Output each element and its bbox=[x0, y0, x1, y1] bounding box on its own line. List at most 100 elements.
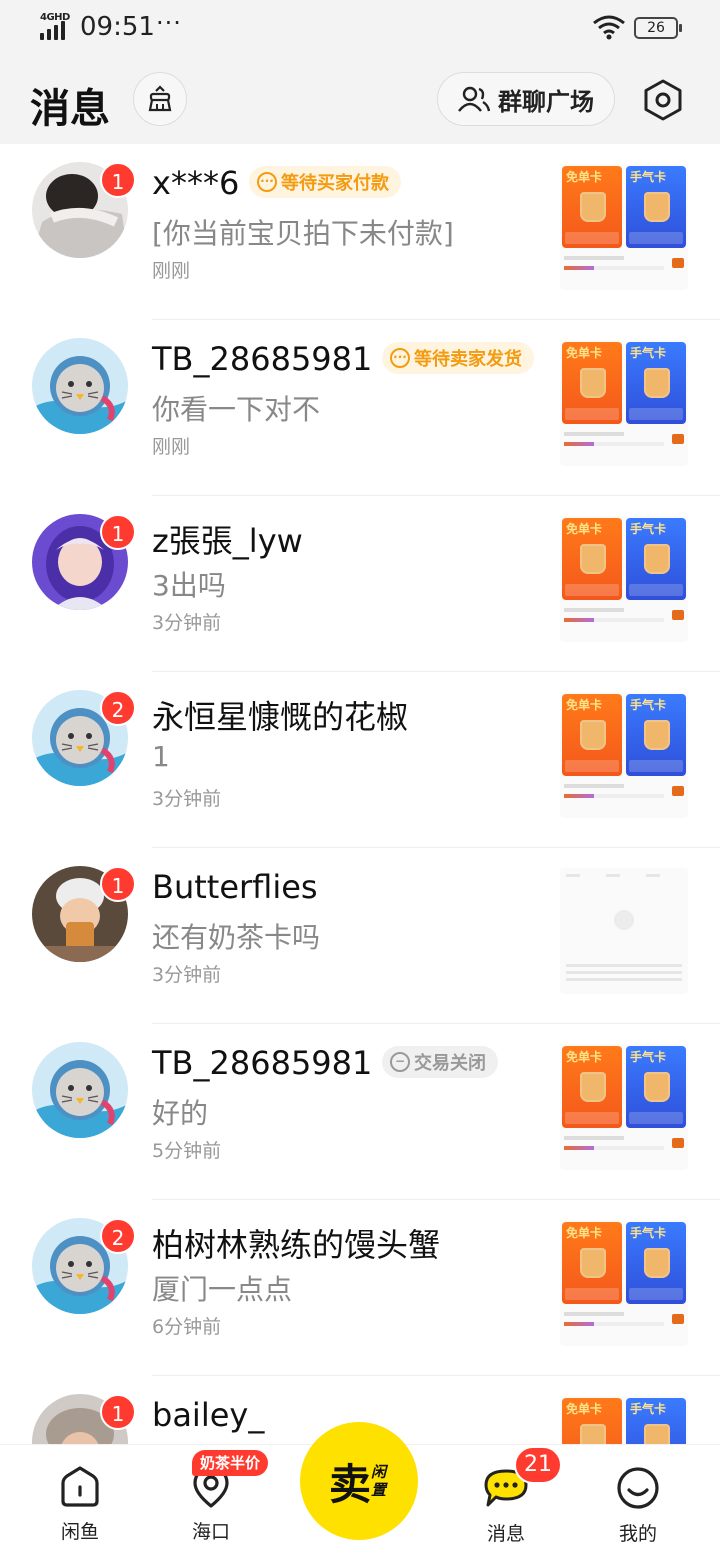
free-card-image: 免单卡 bbox=[562, 518, 622, 600]
card-right-title: 手气卡 bbox=[630, 698, 667, 712]
free-card-image: 免单卡 bbox=[562, 342, 622, 424]
last-message-preview: 厦门一点点 bbox=[152, 1273, 293, 1306]
luck-card-image: 手气卡 bbox=[626, 694, 686, 776]
signal-icon: 4GHD bbox=[40, 12, 72, 40]
contact-name: Butterflies bbox=[152, 868, 318, 906]
order-status-tag: − 交易关闭 bbox=[382, 1046, 498, 1078]
broom-icon bbox=[148, 85, 172, 112]
contact-name: 永恒星慷慨的花椒 bbox=[152, 698, 409, 736]
conversation-row[interactable]: 1 Butterflies 还有奶茶卡吗 3分钟前 bbox=[0, 848, 720, 1024]
card-right-title: 手气卡 bbox=[630, 522, 667, 536]
unread-badge: 1 bbox=[100, 514, 136, 550]
last-message-preview: 你看一下对不 bbox=[152, 393, 321, 426]
last-message-preview: 还有奶茶卡吗 bbox=[152, 921, 321, 954]
card-right-title: 手气卡 bbox=[630, 1226, 667, 1240]
luck-card-image: 手气卡 bbox=[626, 342, 686, 424]
minus-circle-icon: − bbox=[390, 1052, 410, 1072]
card-right-title: 手气卡 bbox=[630, 346, 667, 360]
conversation-row[interactable]: 2 柏树林熟练的馒头蟹厦门一点点 6分钟前 免单卡 手气卡 bbox=[0, 1200, 720, 1376]
page-header: 消息 群聊广场 bbox=[0, 56, 720, 144]
group-square-label: 群聊广场 bbox=[498, 87, 594, 116]
nav-messages-label: 消息 bbox=[486, 1523, 525, 1544]
product-thumbnail[interactable] bbox=[560, 868, 688, 994]
page-title: 消息 bbox=[30, 86, 110, 132]
luck-card-image: 手气卡 bbox=[626, 518, 686, 600]
free-card-image: 免单卡 bbox=[562, 694, 622, 776]
card-left-title: 免单卡 bbox=[566, 1226, 603, 1240]
message-time: 3分钟前 bbox=[152, 612, 222, 634]
sell-sub-label: 闲置 bbox=[371, 1463, 387, 1499]
sell-label: 卖 bbox=[328, 1459, 371, 1509]
conversation-row[interactable]: 1 z張張_lyw 3出吗 3分钟前 免单卡 手气卡 bbox=[0, 496, 720, 672]
card-left-title: 免单卡 bbox=[566, 1402, 603, 1416]
nav-profile[interactable]: 我的 bbox=[588, 1465, 688, 1544]
free-card-image: 免单卡 bbox=[562, 166, 622, 248]
hexagon-settings-icon bbox=[644, 79, 682, 121]
card-right-title: 手气卡 bbox=[630, 170, 667, 184]
status-time: 09:51 bbox=[80, 12, 155, 42]
last-message-preview: [你当前宝贝拍下未付款] bbox=[152, 217, 454, 250]
order-status-tag: ··· 等待卖家发货 bbox=[382, 342, 534, 374]
unread-badge: 2 bbox=[100, 1218, 136, 1254]
luck-card-image: 手气卡 bbox=[626, 1222, 686, 1304]
nav-home[interactable]: 闲鱼 bbox=[30, 1465, 130, 1544]
nav-location[interactable]: 海口 bbox=[161, 1465, 261, 1544]
luck-card-image: 手气卡 bbox=[626, 1398, 686, 1444]
unread-badge: 1 bbox=[100, 866, 136, 902]
luck-card-image: 手气卡 bbox=[626, 1046, 686, 1128]
card-right-title: 手气卡 bbox=[630, 1402, 667, 1416]
free-card-image: 免单卡 bbox=[562, 1222, 622, 1304]
status-bar: 4GHD 09:51 ··· 26 bbox=[0, 0, 720, 56]
contact-name: TB_28685981 bbox=[152, 340, 373, 378]
conversation-row[interactable]: 2 永恒星慷慨的花椒 1 3分钟前 免单卡 手气卡 bbox=[0, 672, 720, 848]
network-type: 4GHD bbox=[40, 12, 70, 23]
battery-icon: 26 bbox=[634, 17, 682, 39]
message-count-badge: 21 bbox=[514, 1446, 562, 1484]
conversation-row[interactable]: 1 x***6 ··· 等待买家付款 [你当前宝贝拍下未付款] 刚刚 免单卡 手气卡 bbox=[0, 144, 720, 320]
nav-home-label: 闲鱼 bbox=[60, 1521, 99, 1543]
smile-icon bbox=[617, 1467, 659, 1509]
card-left-title: 免单卡 bbox=[566, 170, 603, 184]
promo-bubble[interactable]: 奶茶半价 bbox=[192, 1450, 269, 1476]
free-card-image: 免单卡 bbox=[562, 1398, 622, 1444]
card-left-title: 免单卡 bbox=[566, 522, 603, 536]
battery-level: 26 bbox=[647, 20, 665, 36]
conversation-row[interactable]: TB_28685981 ··· 等待卖家发货你看一下对不刚刚 免单卡 手气卡 bbox=[0, 320, 720, 496]
product-thumbnail[interactable]: 免单卡 手气卡 bbox=[560, 516, 688, 642]
ellipsis-circle-icon: ··· bbox=[390, 348, 410, 368]
product-thumbnail[interactable]: 免单卡 手气卡 bbox=[560, 1044, 688, 1170]
contact-name: 柏树林熟练的馒头蟹 bbox=[152, 1226, 441, 1264]
order-status-label: 交易关闭 bbox=[414, 1053, 486, 1074]
avatar[interactable] bbox=[32, 1042, 128, 1138]
contact-name: x***6 bbox=[152, 164, 240, 202]
unread-badge: 1 bbox=[100, 162, 136, 198]
message-time: 5分钟前 bbox=[152, 1140, 222, 1162]
card-left-title: 免单卡 bbox=[566, 346, 603, 360]
product-thumbnail[interactable]: 免单卡 手气卡 bbox=[560, 692, 688, 818]
group-square-button[interactable]: 群聊广场 bbox=[437, 72, 615, 126]
luck-card-image: 手气卡 bbox=[626, 166, 686, 248]
avatar[interactable] bbox=[32, 338, 128, 434]
conversation-row[interactable]: TB_28685981− 交易关闭 好的 5分钟前 免单卡 手气卡 bbox=[0, 1024, 720, 1200]
clean-unread-button[interactable] bbox=[133, 72, 187, 126]
conversation-list[interactable]: 1 x***6 ··· 等待买家付款 [你当前宝贝拍下未付款] 刚刚 免单卡 手气卡 TB_28… bbox=[0, 144, 720, 1444]
product-thumbnail[interactable]: 免单卡 手气卡 bbox=[560, 164, 688, 290]
message-time: 刚刚 bbox=[152, 436, 191, 458]
wifi-icon bbox=[593, 15, 625, 40]
product-thumbnail[interactable]: 免单卡 手气卡 bbox=[560, 1220, 688, 1346]
sell-button[interactable]: 卖 闲置 bbox=[300, 1422, 418, 1540]
status-overflow: ··· bbox=[156, 9, 182, 37]
settings-button[interactable] bbox=[640, 77, 686, 123]
free-card-image: 免单卡 bbox=[562, 1046, 622, 1128]
product-thumbnail[interactable]: 免单卡 手气卡 bbox=[560, 340, 688, 466]
message-time: 6分钟前 bbox=[152, 1316, 222, 1338]
unread-badge: 2 bbox=[100, 690, 136, 726]
order-status-label: 等待卖家发货 bbox=[414, 349, 522, 370]
home-icon bbox=[61, 1466, 99, 1507]
message-time: 3分钟前 bbox=[152, 964, 222, 986]
message-time: 刚刚 bbox=[152, 260, 191, 282]
product-thumbnail[interactable]: 免单卡 手气卡 bbox=[560, 1396, 688, 1444]
card-left-title: 免单卡 bbox=[566, 1050, 603, 1064]
people-icon bbox=[458, 86, 490, 112]
card-left-title: 免单卡 bbox=[566, 698, 603, 712]
